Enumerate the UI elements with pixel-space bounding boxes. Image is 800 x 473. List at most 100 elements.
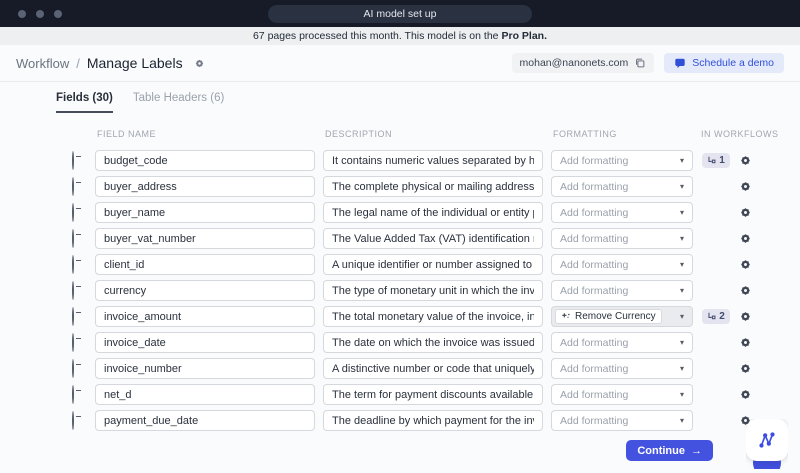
field-name-input[interactable] — [95, 228, 315, 249]
account-email-chip[interactable]: mohan@nanonets.com — [511, 53, 655, 73]
field-settings-gear-icon[interactable] — [739, 388, 752, 401]
table-row: Add formatting ▾ — [0, 410, 800, 431]
field-settings-gear-icon[interactable] — [739, 310, 752, 323]
window-maximize-button[interactable] — [54, 9, 62, 18]
chevron-down-icon: ▾ — [679, 312, 684, 321]
field-name-input[interactable] — [95, 150, 315, 171]
remove-field-button[interactable] — [72, 280, 74, 300]
field-description-input[interactable] — [323, 410, 543, 431]
nanonets-chat-widget[interactable] — [746, 419, 788, 469]
field-description-input[interactable] — [323, 150, 543, 171]
field-name-input[interactable] — [95, 202, 315, 223]
tab-fields[interactable]: Fields (30) — [56, 92, 113, 113]
remove-field-button[interactable] — [72, 358, 74, 378]
table-row: Add formatting ▾ — [0, 202, 800, 223]
table-row: Add formatting ▾ — [0, 254, 800, 275]
table-row: Add formatting ▾ — [0, 358, 800, 379]
arrow-right-icon: → — [691, 444, 702, 457]
window-minimize-button[interactable] — [36, 9, 44, 18]
chevron-down-icon: ▾ — [679, 286, 684, 295]
formatting-placeholder: Add formatting — [560, 336, 629, 349]
chevron-down-icon: ▾ — [679, 338, 684, 347]
field-settings-gear-icon[interactable] — [739, 284, 752, 297]
remove-field-button[interactable] — [72, 306, 74, 326]
window-controls — [18, 0, 62, 27]
formatting-dropdown[interactable]: Add formatting ▾ — [551, 410, 693, 431]
remove-field-button[interactable] — [72, 176, 74, 196]
page-title: Manage Labels — [86, 55, 183, 71]
field-settings-gear-icon[interactable] — [739, 180, 752, 193]
workflow-count-badge[interactable]: 2 — [702, 309, 730, 324]
field-settings-gear-icon[interactable] — [739, 154, 752, 167]
field-settings-gear-icon[interactable] — [739, 232, 752, 245]
field-description-input[interactable] — [323, 176, 543, 197]
schedule-demo-label: Schedule a demo — [692, 57, 774, 69]
remove-field-button[interactable] — [72, 410, 74, 430]
remove-field-button[interactable] — [72, 254, 74, 274]
page-header: Workflow / Manage Labels mohan@nanonets.… — [0, 45, 800, 81]
workflow-count-badge[interactable]: 1 — [702, 153, 730, 168]
formatting-dropdown[interactable]: Add formatting ▾ — [551, 202, 693, 223]
table-row: Remove Currency ▾ 2 — [0, 306, 800, 327]
formatting-dropdown[interactable]: Add formatting ▾ — [551, 332, 693, 353]
field-description-input[interactable] — [323, 358, 543, 379]
chevron-down-icon: ▾ — [679, 260, 684, 269]
formatting-dropdown[interactable]: Add formatting ▾ — [551, 384, 693, 405]
formatting-dropdown[interactable]: Add formatting ▾ — [551, 150, 693, 171]
formatting-dropdown[interactable]: Remove Currency ▾ — [551, 306, 693, 327]
field-description-input[interactable] — [323, 280, 543, 301]
field-name-input[interactable] — [95, 176, 315, 197]
continue-label: Continue — [637, 444, 685, 457]
field-settings-gear-icon[interactable] — [739, 258, 752, 271]
field-settings-gear-icon[interactable] — [739, 206, 752, 219]
continue-button[interactable]: Continue → — [626, 440, 713, 461]
formatting-dropdown[interactable]: Add formatting ▾ — [551, 228, 693, 249]
table-row: Add formatting ▾ — [0, 280, 800, 301]
schedule-demo-button[interactable]: Schedule a demo — [664, 53, 784, 73]
banner-message: 67 pages processed this month. This mode… — [252, 30, 499, 42]
workflow-count: 2 — [719, 311, 725, 322]
remove-field-button[interactable] — [72, 228, 74, 248]
breadcrumb-workflow-link[interactable]: Workflow — [16, 56, 69, 71]
field-description-input[interactable] — [323, 202, 543, 223]
nanonets-logo — [746, 419, 788, 461]
fields-table-body: Add formatting ▾ 1 Add formatting ▾ — [0, 150, 800, 431]
formatting-dropdown[interactable]: Add formatting ▾ — [551, 176, 693, 197]
field-description-input[interactable] — [323, 228, 543, 249]
field-description-input[interactable] — [323, 306, 543, 327]
field-description-input[interactable] — [323, 254, 543, 275]
chat-icon — [675, 58, 685, 68]
field-name-input[interactable] — [95, 410, 315, 431]
field-description-input[interactable] — [323, 332, 543, 353]
formatting-dropdown[interactable]: Add formatting ▾ — [551, 358, 693, 379]
chevron-down-icon: ▾ — [679, 390, 684, 399]
formatting-dropdown[interactable]: Add formatting ▾ — [551, 254, 693, 275]
formatting-chip-label: Remove Currency — [575, 311, 656, 322]
formatting-dropdown[interactable]: Add formatting ▾ — [551, 280, 693, 301]
field-description-input[interactable] — [323, 384, 543, 405]
field-name-input[interactable] — [95, 384, 315, 405]
remove-field-button[interactable] — [72, 202, 74, 222]
formatting-placeholder: Add formatting — [560, 362, 629, 375]
table-row: Add formatting ▾ 1 — [0, 150, 800, 171]
formatting-placeholder: Add formatting — [560, 388, 629, 401]
model-settings-gear-icon[interactable] — [194, 58, 205, 69]
field-settings-gear-icon[interactable] — [739, 336, 752, 349]
chevron-down-icon: ▾ — [679, 182, 684, 191]
copy-icon[interactable] — [634, 57, 646, 69]
remove-field-button[interactable] — [72, 150, 74, 170]
field-name-input[interactable] — [95, 254, 315, 275]
field-settings-gear-icon[interactable] — [739, 362, 752, 375]
tab-table-headers[interactable]: Table Headers (6) — [133, 92, 224, 113]
field-name-input[interactable] — [95, 358, 315, 379]
field-name-input[interactable] — [95, 280, 315, 301]
formatting-placeholder: Add formatting — [560, 284, 629, 297]
formatting-chip: Remove Currency — [555, 309, 662, 324]
window-close-button[interactable] — [18, 9, 26, 18]
column-header-description: DESCRIPTION — [325, 129, 393, 139]
field-name-input[interactable] — [95, 306, 315, 327]
remove-field-button[interactable] — [72, 384, 74, 404]
remove-field-button[interactable] — [72, 332, 74, 352]
banner-plan: Pro Plan. — [501, 30, 548, 42]
field-name-input[interactable] — [95, 332, 315, 353]
